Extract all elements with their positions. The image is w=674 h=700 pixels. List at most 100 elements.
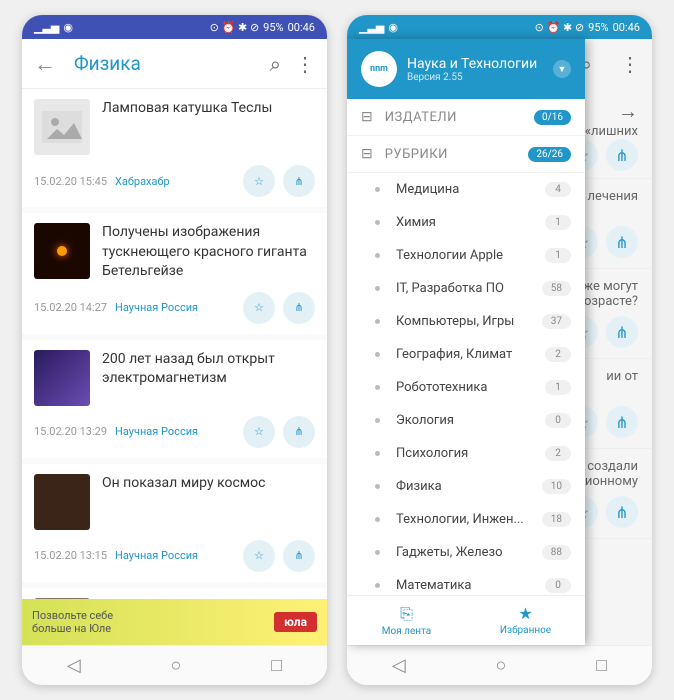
menu-icon[interactable]: ⋮ — [620, 52, 640, 76]
tab-favorites[interactable]: ★Избранное — [466, 596, 585, 645]
category-count: 2 — [545, 347, 571, 362]
category-item[interactable]: Химия 1 — [347, 206, 585, 239]
bullet-icon — [375, 352, 380, 357]
favorite-icon[interactable]: ☆ — [243, 416, 275, 448]
favorite-icon[interactable]: ☆ — [243, 540, 275, 572]
dropdown-icon[interactable]: ▼ — [553, 60, 571, 78]
bullet-icon — [375, 187, 380, 192]
category-name: Математика — [396, 578, 545, 593]
article-date: 15.02.20 13:15 — [34, 549, 107, 562]
signal-icon: ▁▃▅ — [34, 21, 59, 34]
category-name: Робототехника — [396, 380, 545, 395]
tab-feed[interactable]: ⎘Моя лента — [347, 596, 466, 645]
section-publishers[interactable]: ⊟ ИЗДАТЕЛИ 0/16 — [347, 99, 585, 136]
category-name: Технологии, Инжен... — [396, 512, 542, 527]
article-title: Он показал миру космос — [102, 474, 266, 494]
bullet-icon — [375, 385, 380, 390]
category-name: Медицина — [396, 182, 545, 197]
article-thumbnail — [34, 99, 90, 155]
category-name: Психология — [396, 446, 545, 461]
drawer-tabs: ⎘Моя лента ★Избранное — [347, 595, 585, 645]
collapse-icon: ⊟ — [361, 109, 373, 125]
feed-icon: ⎘ — [355, 604, 458, 624]
nav-recent-icon[interactable]: □ — [596, 655, 607, 676]
share-icon: ⋔ — [606, 139, 638, 171]
article-title: Ламповая катушка Теслы — [102, 99, 272, 119]
share-icon[interactable]: ⋔ — [283, 165, 315, 197]
category-count: 58 — [542, 281, 571, 296]
nav-recent-icon[interactable]: □ — [271, 655, 282, 676]
category-item[interactable]: Гаджеты, Железо 88 — [347, 536, 585, 569]
nav-home-icon[interactable]: ○ — [171, 655, 182, 676]
nav-back-icon[interactable]: ◁ — [67, 655, 81, 676]
category-name: Экология — [396, 413, 545, 428]
back-button[interactable]: ← — [34, 51, 56, 77]
ad-banner[interactable]: Позвольте себебольше на Юле юла — [22, 599, 327, 645]
article-thumbnail — [34, 223, 90, 279]
category-item[interactable]: География, Климат 2 — [347, 338, 585, 371]
category-item[interactable]: Компьютеры, Игры 37 — [347, 305, 585, 338]
status-bar: ▁▃▅◉ ⊙ ⏰ ✱ ⊘95%00:46 — [347, 15, 652, 39]
share-icon[interactable]: ⋔ — [283, 416, 315, 448]
favorite-icon[interactable]: ☆ — [243, 165, 275, 197]
article-item[interactable]: Он показал миру космос 15.02.20 13:15 На… — [22, 464, 327, 582]
nav-home-icon[interactable]: ○ — [496, 655, 507, 676]
article-item[interactable]: Ламповая катушка Теслы 15.02.20 15:45 Ха… — [22, 89, 327, 207]
article-title: 200 лет назад был открыт электромагнетиз… — [102, 350, 315, 389]
category-count: 0 — [545, 413, 571, 428]
article-item[interactable]: Получены изображения тускнеющего красног… — [22, 213, 327, 334]
share-icon[interactable]: ⋔ — [283, 540, 315, 572]
page-title: Физика — [74, 52, 256, 75]
article-date: 15.02.20 14:27 — [34, 301, 107, 314]
app-bar: ← Физика ⌕ ⋮ — [22, 39, 327, 89]
article-date: 15.02.20 15:45 — [34, 175, 107, 188]
article-source[interactable]: Научная Россия — [115, 549, 198, 562]
phone-screen-2: ▁▃▅◉ ⊙ ⏰ ✱ ⊘95%00:46 ⌕ ⋮ → от «лишних ☆⋔… — [347, 15, 652, 685]
bullet-icon — [375, 286, 380, 291]
category-item[interactable]: Психология 2 — [347, 437, 585, 470]
category-count: 4 — [545, 182, 571, 197]
category-name: Гаджеты, Железо — [396, 545, 542, 560]
category-item[interactable]: Математика 0 — [347, 569, 585, 595]
collapse-icon: ⊟ — [361, 146, 373, 162]
search-icon[interactable]: ⌕ — [270, 52, 281, 76]
share-icon[interactable]: ⋔ — [283, 292, 315, 324]
category-item[interactable]: Физика 10 — [347, 470, 585, 503]
share-icon: ⋔ — [606, 406, 638, 438]
category-item[interactable]: Медицина 4 — [347, 173, 585, 206]
bullet-icon — [375, 319, 380, 324]
category-list: Медицина 4 Химия 1 Технологии Apple 1 IT… — [347, 173, 585, 595]
share-icon: ⋔ — [606, 316, 638, 348]
bullet-icon — [375, 418, 380, 423]
bullet-icon — [375, 583, 380, 588]
bullet-icon — [375, 253, 380, 258]
bullet-icon — [375, 550, 380, 555]
wifi-icon: ◉ — [63, 21, 73, 34]
article-source[interactable]: Научная Россия — [115, 301, 198, 314]
navigation-drawer: nnm Наука и Технологии Версия 2.55 ▼ ⊟ И… — [347, 39, 585, 645]
system-nav: ◁ ○ □ — [22, 645, 327, 685]
category-item[interactable]: Робототехника 1 — [347, 371, 585, 404]
bullet-icon — [375, 451, 380, 456]
article-thumbnail — [34, 350, 90, 406]
bullet-icon — [375, 517, 380, 522]
article-item[interactable]: 200 лет назад был открыт электромагнетиз… — [22, 340, 327, 458]
article-item[interactable]: Просветитель 15.02.20 01:33 Научная Росс… — [22, 588, 327, 599]
category-item[interactable]: IT, Разработка ПО 58 — [347, 272, 585, 305]
nav-back-icon[interactable]: ◁ — [392, 655, 406, 676]
favorite-icon[interactable]: ☆ — [243, 292, 275, 324]
article-source[interactable]: Научная Россия — [115, 425, 198, 438]
category-count: 2 — [545, 446, 571, 461]
share-icon: ⋔ — [606, 226, 638, 258]
category-item[interactable]: Технологии Apple 1 — [347, 239, 585, 272]
category-name: IT, Разработка ПО — [396, 281, 542, 296]
category-count: 1 — [545, 248, 571, 263]
article-source[interactable]: Хабрахабр — [115, 175, 170, 188]
article-list: Ламповая катушка Теслы 15.02.20 15:45 Ха… — [22, 89, 327, 599]
menu-icon[interactable]: ⋮ — [295, 52, 315, 76]
category-item[interactable]: Технологии, Инжен... 18 — [347, 503, 585, 536]
category-item[interactable]: Экология 0 — [347, 404, 585, 437]
section-rubrics[interactable]: ⊟ РУБРИКИ 26/26 — [347, 136, 585, 173]
drawer-header: nnm Наука и Технологии Версия 2.55 ▼ — [347, 39, 585, 99]
category-name: Физика — [396, 479, 542, 494]
